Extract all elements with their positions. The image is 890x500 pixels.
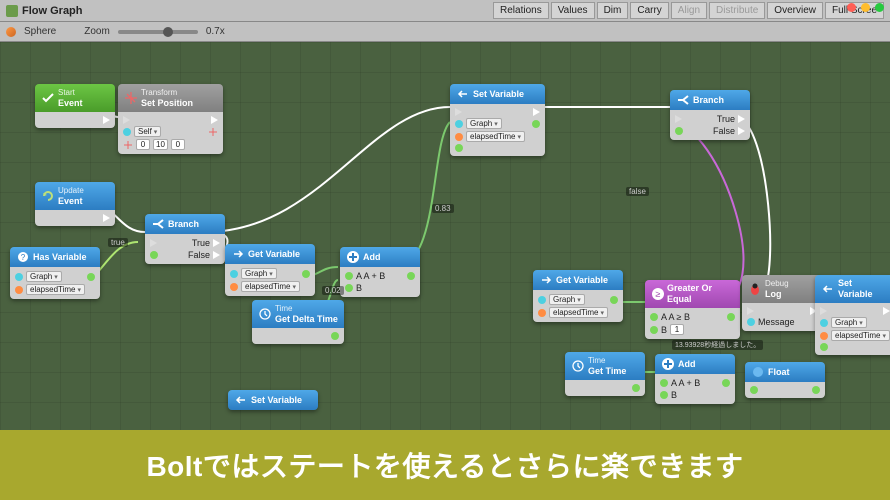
node-get-delta-time[interactable]: TimeGet Delta Time — [252, 300, 344, 344]
greater-equal-icon: ≥ — [651, 287, 664, 301]
minimize-icon[interactable] — [861, 3, 870, 12]
plus-icon — [346, 250, 360, 264]
wire-label: 0.83 — [432, 204, 454, 213]
node-float[interactable]: Float — [745, 362, 825, 398]
true-port[interactable] — [213, 239, 220, 247]
float-icon — [751, 365, 765, 379]
wire-label: false — [626, 187, 649, 196]
y-input[interactable]: 10 — [153, 139, 168, 150]
banner-text: Boltではステートを使えるとさらに楽できます — [146, 445, 743, 485]
node-add[interactable]: Add A A + B B — [655, 354, 735, 404]
zoom-label: Zoom — [84, 26, 110, 37]
dim-button[interactable]: Dim — [597, 2, 629, 19]
node-branch[interactable]: Branch True False — [670, 90, 750, 140]
get-icon — [539, 273, 553, 287]
node-get-variable[interactable]: Get Variable Graph elapsedTime — [225, 244, 315, 296]
graph-icon — [6, 5, 18, 17]
context-object[interactable]: Sphere — [24, 26, 56, 37]
values-button[interactable]: Values — [551, 2, 595, 19]
node-add[interactable]: Add A A + B B — [340, 247, 420, 297]
node-start-event[interactable]: StartEvent — [35, 84, 115, 128]
axis-icon — [123, 140, 133, 150]
window-controls — [847, 3, 884, 12]
set-icon — [456, 87, 470, 101]
false-port[interactable] — [213, 251, 220, 259]
set-icon — [234, 393, 248, 407]
align-dropdown[interactable]: Align — [671, 2, 707, 19]
overview-button[interactable]: Overview — [767, 2, 823, 19]
toolbar: Flow Graph Relations Values Dim Carry Al… — [0, 0, 890, 22]
carry-button[interactable]: Carry — [630, 2, 668, 19]
zoom-value: 0.7x — [206, 26, 225, 37]
wire-label: 13.93928秒経過しました。 — [672, 340, 763, 350]
variable-icon: ? — [16, 250, 30, 264]
refresh-icon — [41, 189, 55, 203]
b-input[interactable]: 1 — [670, 324, 684, 335]
flow-in-port[interactable] — [123, 116, 130, 124]
flow-out-port[interactable] — [103, 214, 110, 222]
branch-icon — [151, 217, 165, 231]
node-debug-log[interactable]: DebugLog Message — [742, 275, 822, 331]
set-icon — [821, 282, 835, 296]
maximize-icon[interactable] — [875, 3, 884, 12]
plus-icon — [661, 357, 675, 371]
zoom-slider[interactable] — [118, 30, 198, 34]
flow-out-port[interactable] — [103, 116, 110, 124]
branch-icon — [676, 93, 690, 107]
x-input[interactable]: 0 — [136, 139, 150, 150]
distribute-dropdown[interactable]: Distribute — [709, 2, 765, 19]
node-branch[interactable]: Branch True False — [145, 214, 225, 264]
window-title: Flow Graph — [22, 5, 83, 17]
svg-text:?: ? — [21, 253, 26, 262]
node-set-variable[interactable]: Set Variable — [228, 390, 318, 410]
flow-out-port[interactable] — [211, 116, 218, 124]
node-has-variable[interactable]: ? Has Variable Graph elapsedTime — [10, 247, 100, 299]
node-set-variable[interactable]: Set Variable Graph elapsedTime — [815, 275, 890, 355]
z-input[interactable]: 0 — [171, 139, 185, 150]
value-out-port[interactable] — [87, 273, 95, 281]
flow-out-port[interactable] — [533, 108, 540, 116]
variable-dropdown[interactable]: elapsedTime — [26, 284, 85, 295]
node-set-position[interactable]: TransformSet Position Self 0 10 0 — [118, 84, 223, 154]
zoom-thumb[interactable] — [163, 27, 173, 37]
clock-icon — [571, 359, 585, 373]
node-get-variable[interactable]: Get Variable Graph elapsedTime — [533, 270, 623, 322]
transform-icon — [124, 91, 138, 105]
close-icon[interactable] — [847, 3, 856, 12]
get-icon — [231, 247, 245, 261]
value-out-port[interactable] — [331, 332, 339, 340]
clock-icon — [258, 307, 272, 321]
relations-button[interactable]: Relations — [493, 2, 549, 19]
svg-text:≥: ≥ — [656, 289, 661, 299]
axis-icon — [208, 127, 218, 137]
scope-dropdown[interactable]: Graph — [26, 271, 62, 282]
node-get-time[interactable]: TimeGet Time — [565, 352, 645, 396]
bug-icon — [748, 282, 762, 296]
subtoolbar: Sphere Zoom 0.7x — [0, 22, 890, 42]
node-greater-or-equal[interactable]: ≥ Greater Or Equal A A ≥ B B1 — [645, 280, 740, 339]
wire-label: true — [108, 238, 128, 247]
value-out-port[interactable] — [302, 270, 310, 278]
sphere-icon — [6, 27, 16, 37]
node-set-variable[interactable]: Set Variable Graph elapsedTime — [450, 84, 545, 156]
overlay-banner: Boltではステートを使えるとさらに楽できます — [0, 430, 890, 500]
wire-label: 0.02 — [322, 286, 344, 295]
node-update-event[interactable]: UpdateEvent — [35, 182, 115, 226]
check-icon — [41, 91, 55, 105]
target-dropdown[interactable]: Self — [134, 126, 161, 137]
